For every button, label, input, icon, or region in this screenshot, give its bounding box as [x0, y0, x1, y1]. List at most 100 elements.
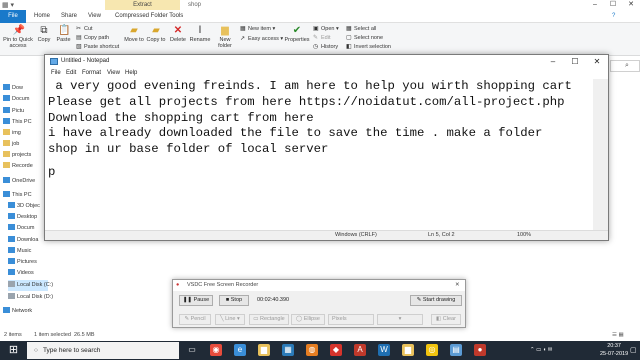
copy-to-button[interactable]: ▰ Copy to	[146, 25, 166, 43]
tab-file[interactable]: File	[0, 10, 26, 23]
paste-shortcut-button[interactable]: ▧ Paste shortcut	[76, 44, 119, 51]
copy-path-button[interactable]: ▤ Copy path	[76, 35, 109, 42]
pencil-tool[interactable]: ✎ Pencil	[179, 314, 211, 325]
maximize-icon[interactable]: ☐	[604, 0, 622, 10]
task-view-icon[interactable]: ▭	[186, 344, 198, 356]
nav-item-this-pc-quick[interactable]: This PC	[3, 117, 32, 128]
nav-item-downloads-pc[interactable]: Downloa	[8, 235, 38, 246]
menu-file[interactable]: File	[51, 68, 61, 79]
help-icon[interactable]: ?	[612, 10, 615, 23]
delete-button[interactable]: ✕ Delete	[168, 25, 188, 43]
minimize-icon[interactable]: –	[542, 55, 564, 68]
close-icon[interactable]: ✕	[455, 280, 465, 291]
nav-item-desktop[interactable]: Desktop	[8, 212, 37, 223]
recorder-taskbar-icon[interactable]: ●	[474, 344, 486, 356]
folder-icon	[3, 140, 10, 146]
stop-button[interactable]: ■ Stop	[219, 295, 249, 306]
quick-access-toolbar[interactable]: ▦ ▾	[2, 1, 14, 9]
notepad-text-area[interactable]: a very good evening freinds. I am here t…	[48, 79, 592, 229]
nav-item-recordings[interactable]: Recorde	[3, 161, 33, 172]
paste-button[interactable]: 📋 Paste	[55, 25, 72, 43]
nav-item-local-disk-c[interactable]: Local Disk (C:)	[8, 280, 53, 291]
nav-item-local-disk-d[interactable]: Local Disk (D:)	[8, 292, 53, 303]
folder-icon[interactable]: ▆	[402, 344, 414, 356]
select-none-button[interactable]: ▢ Select none	[346, 35, 383, 42]
pause-button[interactable]: ❚❚ Pause	[179, 295, 213, 306]
pixels-select[interactable]: Pixels	[328, 314, 374, 325]
nav-item-projects[interactable]: projects	[3, 150, 31, 161]
edit-icon: ✎	[313, 35, 319, 41]
minimize-icon[interactable]: –	[586, 0, 604, 10]
nav-item-documents-pc[interactable]: Docum	[8, 223, 34, 234]
close-icon[interactable]: ✕	[586, 55, 608, 68]
system-tray-icons[interactable]: ⌃ ▭ ◖ ✉	[530, 341, 552, 360]
rename-button[interactable]: Ⅰ Rename	[189, 25, 211, 43]
menu-format[interactable]: Format	[82, 68, 101, 79]
move-to-button[interactable]: ▰ Move to	[124, 25, 144, 43]
nav-item-music[interactable]: Music	[8, 246, 31, 257]
cut-button[interactable]: ✂ Cut	[76, 26, 93, 33]
invert-selection-button[interactable]: ◧ Invert selection	[346, 44, 391, 51]
pixels-label: Pixels	[332, 316, 347, 322]
file-explorer-icon[interactable]: ▆	[258, 344, 270, 356]
new-item-button[interactable]: ▦ New item ▾	[240, 26, 275, 33]
nav-item-job[interactable]: job	[3, 139, 19, 150]
tab-share[interactable]: Share	[61, 10, 77, 23]
tab-view[interactable]: View	[88, 10, 101, 23]
nav-item-label: This PC	[12, 192, 32, 198]
clear-button[interactable]: ◧ Clear	[431, 314, 461, 325]
app-icon-2[interactable]: ◆	[330, 344, 342, 356]
firefox-icon[interactable]: ◍	[306, 344, 318, 356]
select-all-label: Select all	[354, 26, 377, 32]
nav-item-this-pc[interactable]: This PC	[3, 190, 32, 201]
maximize-icon[interactable]: ☐	[564, 55, 586, 68]
color-select[interactable]: ▾	[377, 314, 423, 325]
notifications-icon[interactable]: ▢	[630, 341, 637, 360]
new-folder-button[interactable]: ▆ New folder	[214, 25, 236, 49]
properties-button[interactable]: ✔ Properties	[283, 25, 311, 43]
app-icon[interactable]: ◉	[210, 344, 222, 356]
details-view-icon[interactable]: ☰ ▦	[612, 330, 624, 341]
folder-icon	[3, 162, 10, 168]
close-icon[interactable]: ✕	[622, 0, 640, 10]
nav-item-3d-objects[interactable]: 3D Objec	[8, 201, 40, 212]
word-icon[interactable]: W	[378, 344, 390, 356]
menu-view[interactable]: View	[107, 68, 120, 79]
tab-compressed-folder-tools[interactable]: Compressed Folder Tools	[115, 10, 183, 23]
line-tool[interactable]: ╲ Line ▾	[215, 314, 245, 325]
status-encoding: Windows (CRLF)	[335, 232, 377, 238]
start-drawing-button[interactable]: ✎ Start drawing	[410, 295, 462, 306]
acrobat-icon[interactable]: A	[354, 344, 366, 356]
easy-access-button[interactable]: ↗ Easy access ▾	[240, 36, 283, 43]
nav-item-network[interactable]: Network	[3, 306, 32, 317]
copy-button[interactable]: ⧉ Copy	[36, 25, 52, 43]
copy-path-label: Copy path	[84, 35, 110, 41]
store-icon[interactable]: ▦	[282, 344, 294, 356]
nav-item-onedrive[interactable]: OneDrive	[3, 176, 35, 187]
history-icon: ◷	[313, 44, 319, 50]
nav-item-pictures[interactable]: Pictu	[3, 106, 24, 117]
pin-quick-access-button[interactable]: 📌 Pin to Quick access	[2, 25, 34, 49]
tab-home[interactable]: Home	[34, 10, 50, 23]
rectangle-tool[interactable]: ▭ Rectangle	[249, 314, 289, 325]
edit-button[interactable]: ✎ Edit	[313, 35, 330, 42]
vertical-scrollbar[interactable]	[593, 79, 608, 230]
nav-item-downloads[interactable]: Dow	[3, 83, 23, 94]
taskbar-search[interactable]: ○ Type here to search	[27, 342, 179, 359]
clock[interactable]: 20:37 25-07-2019	[600, 342, 628, 358]
edge-icon[interactable]: e	[234, 344, 246, 356]
menu-edit[interactable]: Edit	[66, 68, 76, 79]
nav-item-img[interactable]: img	[3, 128, 21, 139]
select-all-button[interactable]: ▦ Select all	[346, 26, 376, 33]
open-button[interactable]: ▣ Open ▾	[313, 26, 339, 33]
notepad-taskbar-icon[interactable]: ▤	[450, 344, 462, 356]
contextual-tab-extract[interactable]: Extract	[105, 0, 180, 10]
chrome-icon[interactable]: ◎	[426, 344, 438, 356]
ellipse-tool[interactable]: ◯ Ellipse	[291, 314, 325, 325]
history-button[interactable]: ◷ History	[313, 44, 338, 51]
nav-item-pictures-pc[interactable]: Pictures	[8, 257, 37, 268]
menu-help[interactable]: Help	[125, 68, 137, 79]
nav-item-videos[interactable]: Videos	[8, 268, 34, 279]
windows-start-icon[interactable]: ⊞	[7, 344, 20, 357]
nav-item-documents[interactable]: Docum	[3, 94, 29, 105]
